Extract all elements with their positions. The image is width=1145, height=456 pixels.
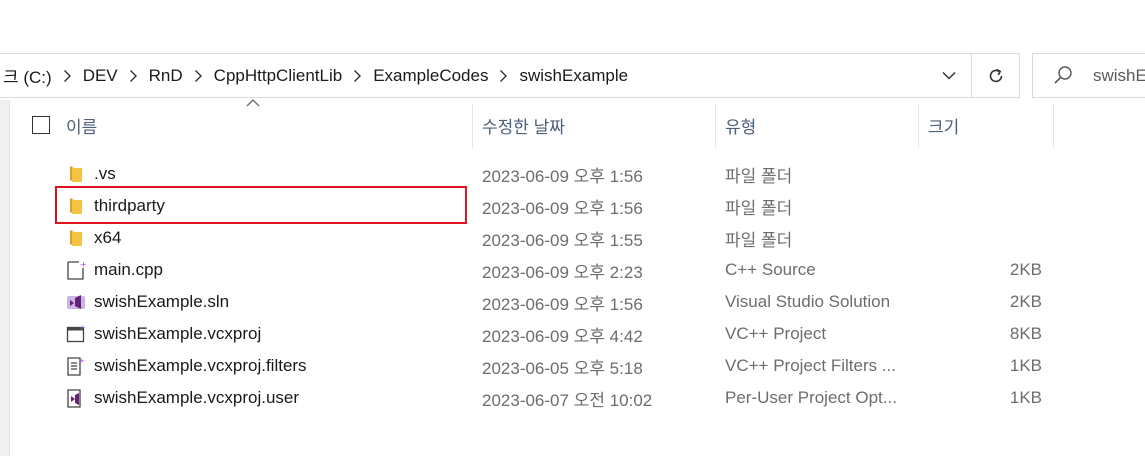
file-row[interactable]: ++ swishExample.vcxproj.filters 2023-06-… [10, 350, 1145, 382]
file-type: Per-User Project Opt... [725, 388, 897, 407]
chevron-right-icon[interactable] [346, 69, 369, 83]
file-size: 1KB [1009, 356, 1042, 375]
search-input[interactable]: swishE [1093, 66, 1145, 86]
refresh-icon [989, 68, 1003, 82]
cpp-file-icon: ++ [64, 254, 88, 286]
file-row[interactable]: swishExample.sln 2023-06-09 오후 1:56 Visu… [10, 286, 1145, 318]
file-type: 파일 폴더 [725, 230, 793, 250]
file-type: VC++ Project Filters ... [725, 356, 896, 375]
chevron-right-icon[interactable] [187, 69, 210, 83]
chevron-right-icon[interactable] [122, 69, 145, 83]
column-divider[interactable] [472, 104, 473, 148]
breadcrumb: 크 (C:) DEV RnD CppHttpClientLib ExampleC… [0, 54, 632, 97]
file-type: VC++ Project [725, 324, 827, 343]
file-type: 파일 폴더 [725, 198, 793, 218]
file-row[interactable]: ++ swishExample.vcxproj 2023-06-09 오후 4:… [10, 318, 1145, 350]
svg-text:++: ++ [80, 260, 86, 269]
visual-studio-solution-icon [64, 286, 88, 318]
svg-text:++: ++ [79, 324, 86, 332]
file-size: 2KB [1009, 260, 1042, 279]
folder-icon [64, 222, 88, 254]
chevron-down-icon [942, 71, 956, 80]
file-date: 2023-06-09 오후 1:56 [482, 166, 643, 186]
file-name: x64 [94, 228, 122, 247]
file-row[interactable]: ++ main.cpp 2023-06-09 오후 2:23 C++ Sourc… [10, 254, 1145, 286]
address-history-dropdown[interactable] [929, 54, 969, 97]
file-type: Visual Studio Solution [725, 292, 891, 311]
file-date: 2023-06-09 오후 4:42 [482, 326, 643, 346]
filters-file-icon: ++ [64, 350, 88, 382]
chevron-right-icon[interactable] [492, 69, 515, 83]
file-date: 2023-06-05 오후 5:18 [482, 358, 643, 378]
column-date-modified[interactable]: 수정한 날짜 [482, 100, 712, 150]
svg-text:++: ++ [79, 357, 86, 365]
file-date: 2023-06-09 오후 1:55 [482, 230, 643, 250]
highlight-box [55, 186, 467, 224]
refresh-button[interactable] [972, 54, 1020, 97]
address-bar[interactable]: 크 (C:) DEV RnD CppHttpClientLib ExampleC… [0, 53, 1020, 98]
file-date: 2023-06-09 오후 1:56 [482, 198, 643, 218]
file-size [918, 190, 1042, 222]
file-size [918, 222, 1042, 254]
file-size: 2KB [1009, 292, 1042, 311]
file-size: 1KB [1009, 388, 1042, 407]
file-name: swishExample.vcxproj.filters [94, 356, 307, 375]
window-top-area [0, 0, 1145, 47]
file-row[interactable]: swishExample.vcxproj.user 2023-06-07 오전 … [10, 382, 1145, 414]
file-name: main.cpp [94, 260, 163, 279]
breadcrumb-item-cpphttpclientlib[interactable]: CppHttpClientLib [210, 66, 347, 86]
column-header: 이름 수정한 날짜 유형 크기 [10, 99, 1145, 150]
column-type[interactable]: 유형 [725, 100, 915, 150]
column-divider[interactable] [715, 104, 716, 148]
column-divider[interactable] [918, 104, 919, 148]
file-type: 파일 폴더 [725, 166, 793, 186]
file-name: swishExample.vcxproj [94, 324, 262, 343]
column-divider[interactable] [1053, 104, 1054, 148]
file-type: C++ Source [725, 260, 816, 279]
file-date: 2023-06-07 오전 10:02 [482, 390, 653, 410]
vcxproj-file-icon: ++ [64, 318, 88, 350]
search-box[interactable]: swishE [1032, 53, 1145, 98]
navigation-pane-edge[interactable] [0, 100, 10, 456]
breadcrumb-item-dev[interactable]: DEV [79, 66, 122, 86]
user-file-icon [64, 382, 88, 414]
column-name[interactable]: 이름 [66, 100, 472, 150]
file-name: swishExample.vcxproj.user [94, 388, 300, 407]
file-date: 2023-06-09 오후 1:56 [482, 294, 643, 314]
file-size [918, 158, 1042, 190]
breadcrumb-item-examplecodes[interactable]: ExampleCodes [369, 66, 492, 86]
breadcrumb-item-swishexample[interactable]: swishExample [515, 66, 632, 86]
file-size: 8KB [1009, 324, 1042, 343]
column-size[interactable]: 크기 [928, 100, 1048, 150]
search-icon [1054, 66, 1072, 84]
file-date: 2023-06-09 오후 2:23 [482, 262, 643, 282]
file-row[interactable]: x64 2023-06-09 오후 1:55 파일 폴더 [10, 222, 1145, 254]
select-all-checkbox[interactable] [32, 116, 50, 134]
breadcrumb-item-drive[interactable]: 크 (C:) [0, 63, 56, 88]
breadcrumb-item-rnd[interactable]: RnD [145, 66, 187, 86]
chevron-right-icon[interactable] [56, 69, 79, 83]
file-name: swishExample.sln [94, 292, 230, 311]
